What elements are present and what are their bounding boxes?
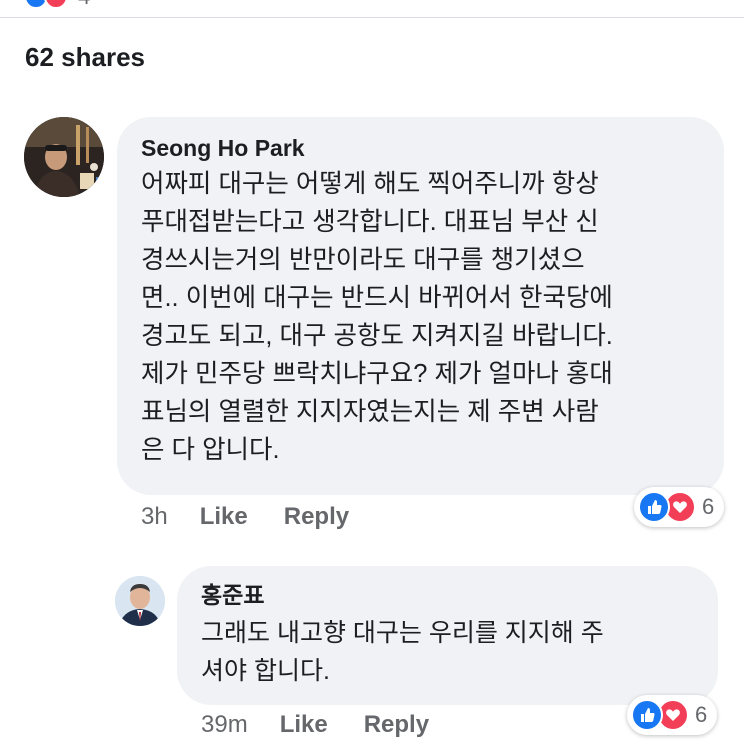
like-icon	[631, 699, 663, 731]
comment-line: 푸대접받는다고 생각합니다. 대표님 부산 신	[141, 208, 599, 236]
comment-timestamp[interactable]: 39m	[201, 711, 248, 739]
comment-line: 면.. 이번에 대구는 반드시 바뀌어서 한국당에	[141, 284, 613, 312]
love-icon	[44, 0, 68, 9]
comment-text: 그래도 내고향 대구는 우리를 지지해 주 셔야 합니다.	[201, 614, 694, 690]
comment-timestamp[interactable]: 3h	[141, 503, 168, 531]
post-reaction-count: 4	[78, 0, 90, 10]
comments-page: 4 62 shares Seong Ho Park 어짜피 대구는 어떻게 해도…	[0, 0, 744, 756]
comment-author[interactable]: Seong Ho Park	[141, 133, 700, 163]
divider	[0, 17, 744, 18]
comment-text: 어짜피 대구는 어떻게 해도 찍어주니까 항상 푸대접받는다고 생각합니다. 대…	[141, 165, 700, 469]
like-button[interactable]: Like	[200, 503, 248, 531]
comment-bubble: Seong Ho Park 어짜피 대구는 어떻게 해도 찍어주니까 항상 푸대…	[117, 117, 724, 495]
comment-line: 어짜피 대구는 어떻게 해도 찍어주니까 항상	[141, 170, 599, 198]
comment-line: 경쓰시는거의 반만이라도 대구를 챙기셨으	[141, 246, 585, 274]
post-reaction-summary[interactable]: 4	[24, 0, 90, 10]
reaction-count: 6	[702, 494, 715, 519]
avatar-photo	[24, 117, 104, 197]
like-button[interactable]: Like	[280, 711, 328, 739]
comment-line: 표님의 열렬한 지지자였는지는 제 주변 사람	[141, 398, 599, 426]
comment-line: 경고도 되고, 대구 공항도 지켜지길 바랍니다.	[141, 322, 613, 350]
reply-button[interactable]: Reply	[284, 503, 349, 531]
reaction-count: 6	[695, 702, 708, 727]
comment-line: 셔야 합니다.	[201, 657, 330, 685]
comment-line: 그래도 내고향 대구는 우리를 지지해 주	[201, 619, 604, 647]
comment-line: 제가 민주당 쁘락치냐구요? 제가 얼마나 홍대	[141, 360, 613, 388]
reply-button[interactable]: Reply	[364, 711, 429, 739]
avatar[interactable]	[24, 117, 104, 197]
avatar[interactable]	[115, 576, 165, 626]
comment-line: 은 다 압니다.	[141, 436, 280, 464]
comment-reactions[interactable]: 6	[627, 695, 718, 735]
shares-count[interactable]: 62 shares	[25, 42, 145, 73]
comment-author[interactable]: 홍준표	[201, 580, 694, 610]
comment-reactions[interactable]: 6	[634, 487, 725, 527]
like-icon	[638, 491, 670, 523]
comment-actions: 3h Like Reply	[141, 503, 349, 531]
avatar-photo	[115, 576, 165, 626]
comment-actions: 39m Like Reply	[201, 711, 429, 739]
comment-bubble: 홍준표 그래도 내고향 대구는 우리를 지지해 주 셔야 합니다.	[177, 566, 718, 705]
